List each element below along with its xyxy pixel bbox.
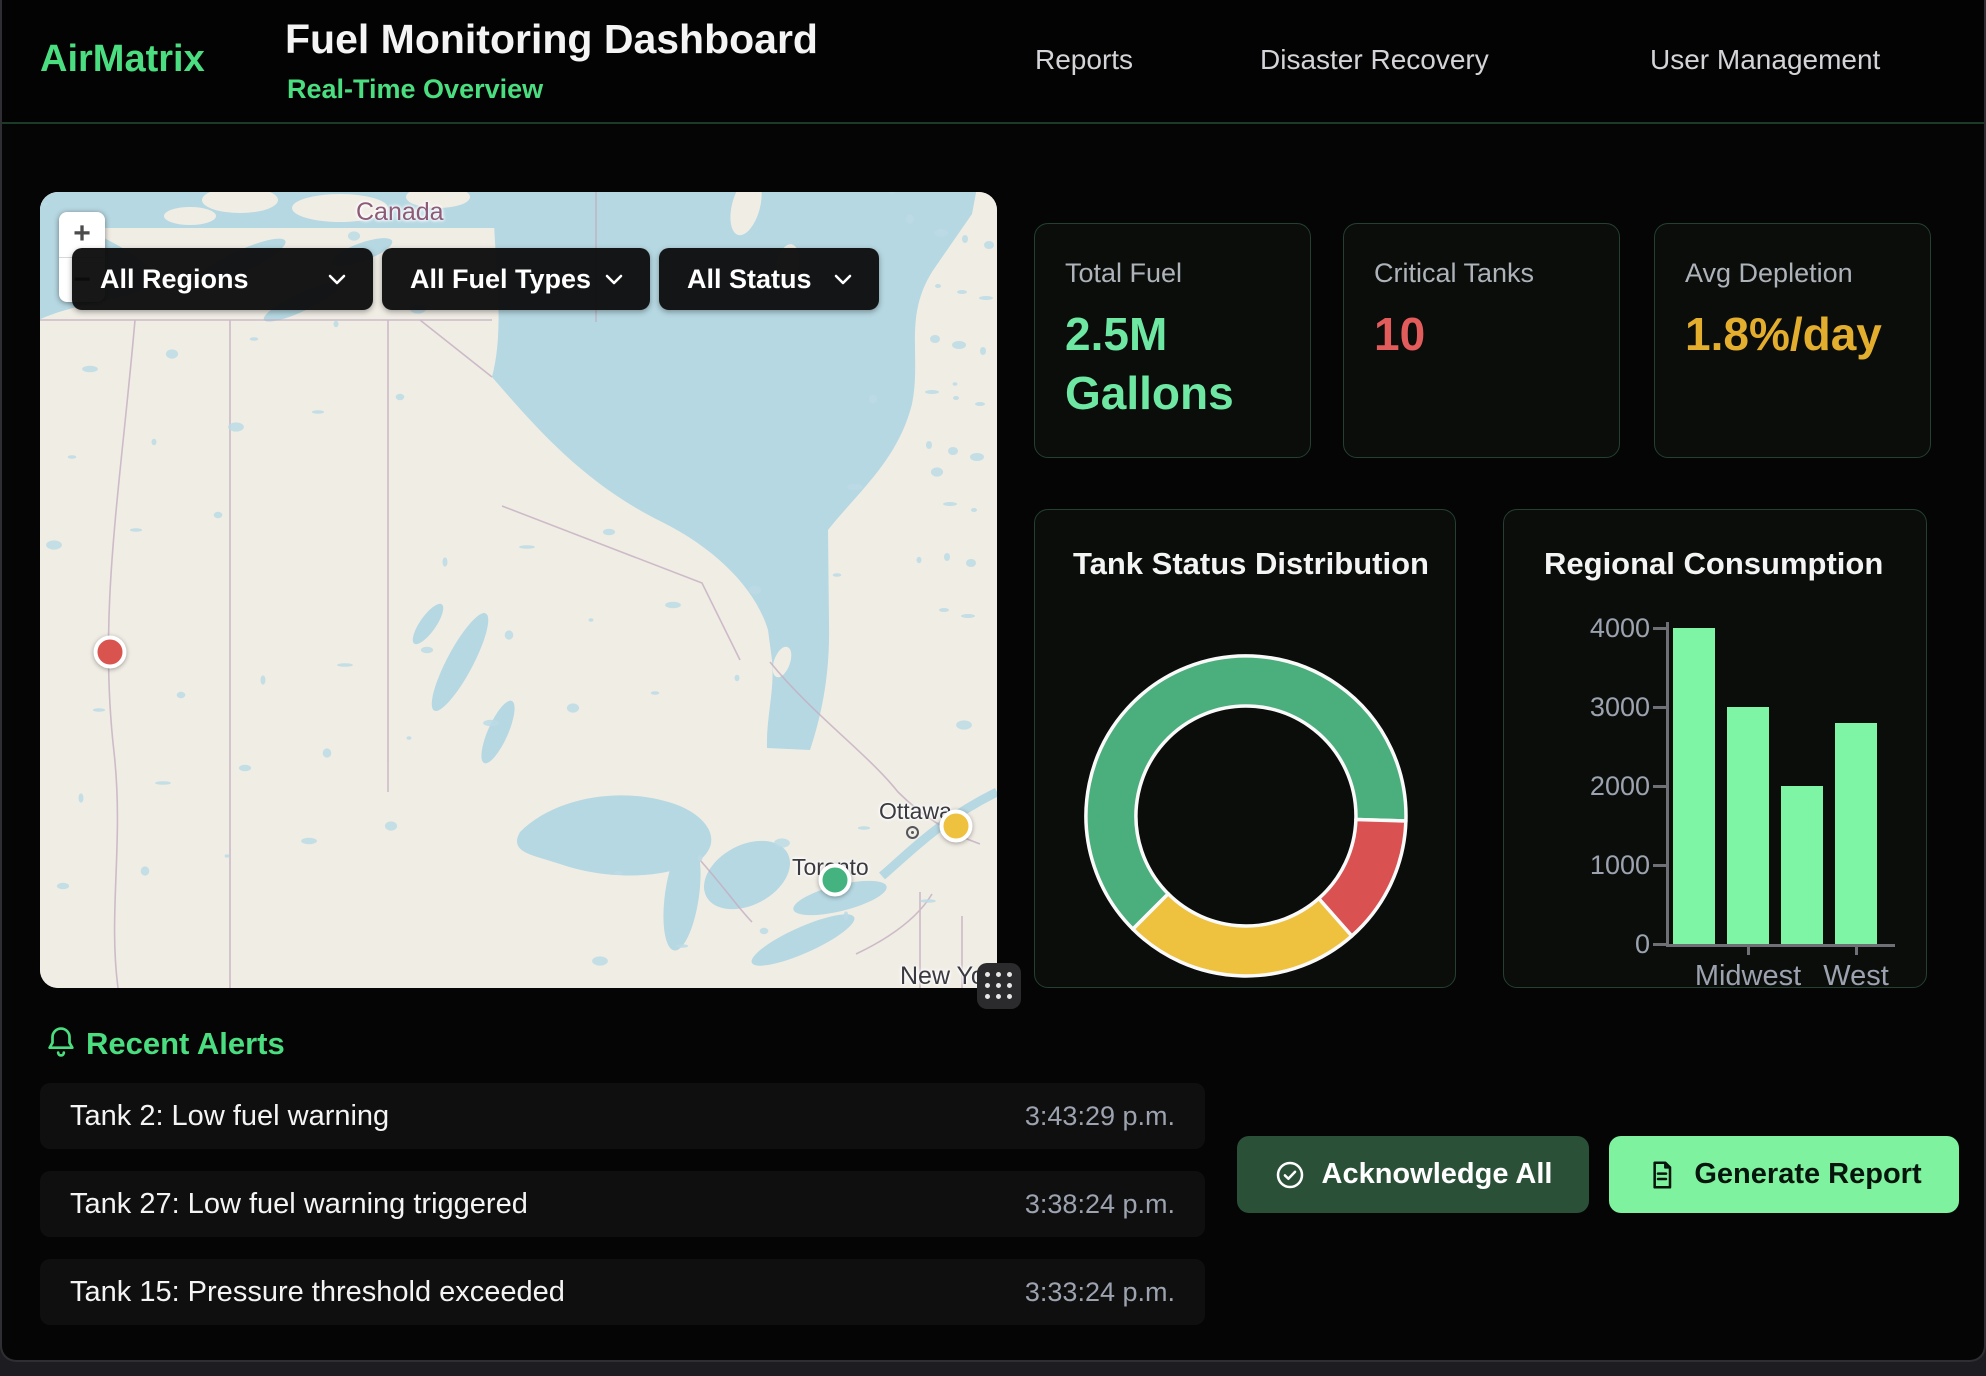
fuel-type-filter-value: All Fuel Types (410, 264, 591, 295)
regional-consumption-card: Regional Consumption 01000200030004000Mi… (1503, 509, 1927, 988)
brand-logo[interactable]: AirMatrix (40, 38, 205, 81)
page-subtitle: Real-Time Overview (287, 74, 543, 105)
bell-icon (44, 1024, 78, 1060)
status-filter-value: All Status (687, 264, 812, 295)
tank-status-card: Tank Status Distribution (1034, 509, 1456, 988)
map-resize-handle[interactable] (977, 963, 1021, 1009)
map-filters: All Regions All Fuel Types All Status (72, 248, 879, 310)
alert-row[interactable]: Tank 2: Low fuel warning 3:43:29 p.m. (40, 1083, 1205, 1149)
chevron-down-icon (831, 267, 855, 291)
map-label-canada: Canada (356, 198, 444, 227)
stat-value: 1.8%/day (1685, 305, 1867, 364)
fuel-type-filter-select[interactable]: All Fuel Types (382, 248, 650, 310)
acknowledge-all-label: Acknowledge All (1322, 1158, 1553, 1191)
generate-report-button[interactable]: Generate Report (1609, 1136, 1959, 1213)
stat-value: 10 (1374, 305, 1556, 364)
alert-text: Tank 15: Pressure threshold exceeded (70, 1276, 565, 1309)
recent-alerts-title: Recent Alerts (86, 1026, 285, 1062)
stat-card-avg-depletion: Avg Depletion 1.8%/day (1654, 223, 1931, 458)
chevron-down-icon (602, 267, 626, 291)
page-bottom-gutter (0, 1362, 1986, 1376)
alert-timestamp: 3:43:29 p.m. (1025, 1101, 1175, 1132)
stat-label: Critical Tanks (1374, 258, 1583, 289)
nav-item-disaster-recovery[interactable]: Disaster Recovery (1260, 44, 1489, 76)
stat-card-critical-tanks: Critical Tanks 10 (1343, 223, 1620, 458)
chevron-down-icon (325, 267, 349, 291)
stat-card-total-fuel: Total Fuel 2.5M Gallons (1034, 223, 1311, 458)
main-panel: AirMatrix Fuel Monitoring Dashboard Real… (0, 0, 1986, 1362)
acknowledge-all-button[interactable]: Acknowledge All (1237, 1136, 1589, 1213)
normal-tank-marker[interactable] (819, 864, 852, 897)
document-icon (1646, 1159, 1678, 1191)
stat-label: Avg Depletion (1685, 258, 1894, 289)
alert-timestamp: 3:38:24 p.m. (1025, 1189, 1175, 1220)
warning-tank-marker[interactable] (940, 810, 973, 843)
ottawa-town-icon (906, 826, 919, 839)
fuel-monitoring-dashboard: AirMatrix Fuel Monitoring Dashboard Real… (0, 0, 1986, 1376)
alert-row[interactable]: Tank 15: Pressure threshold exceeded 3:3… (40, 1259, 1205, 1325)
alert-row[interactable]: Tank 27: Low fuel warning triggered 3:38… (40, 1171, 1205, 1237)
fuel-tanks-map[interactable]: + − All Regions All Fuel Types All Statu… (40, 192, 997, 988)
stat-label: Total Fuel (1065, 258, 1274, 289)
generate-report-label: Generate Report (1694, 1158, 1921, 1191)
critical-tank-marker[interactable] (94, 636, 127, 669)
status-filter-select[interactable]: All Status (659, 248, 879, 310)
alert-text: Tank 27: Low fuel warning triggered (70, 1188, 528, 1221)
alert-text: Tank 2: Low fuel warning (70, 1100, 389, 1133)
page-title: Fuel Monitoring Dashboard (285, 16, 818, 63)
check-circle-icon (1274, 1159, 1306, 1191)
tank-status-donut (1035, 510, 1455, 987)
alert-timestamp: 3:33:24 p.m. (1025, 1277, 1175, 1308)
region-filter-value: All Regions (100, 264, 249, 295)
stat-value: 2.5M Gallons (1065, 305, 1247, 423)
region-filter-select[interactable]: All Regions (72, 248, 373, 310)
regional-consumption-plot: 01000200030004000MidwestWest (1504, 510, 1926, 987)
header: AirMatrix Fuel Monitoring Dashboard Real… (2, 0, 1984, 124)
nav-item-user-management[interactable]: User Management (1650, 44, 1880, 76)
nav-item-reports[interactable]: Reports (1035, 44, 1133, 76)
